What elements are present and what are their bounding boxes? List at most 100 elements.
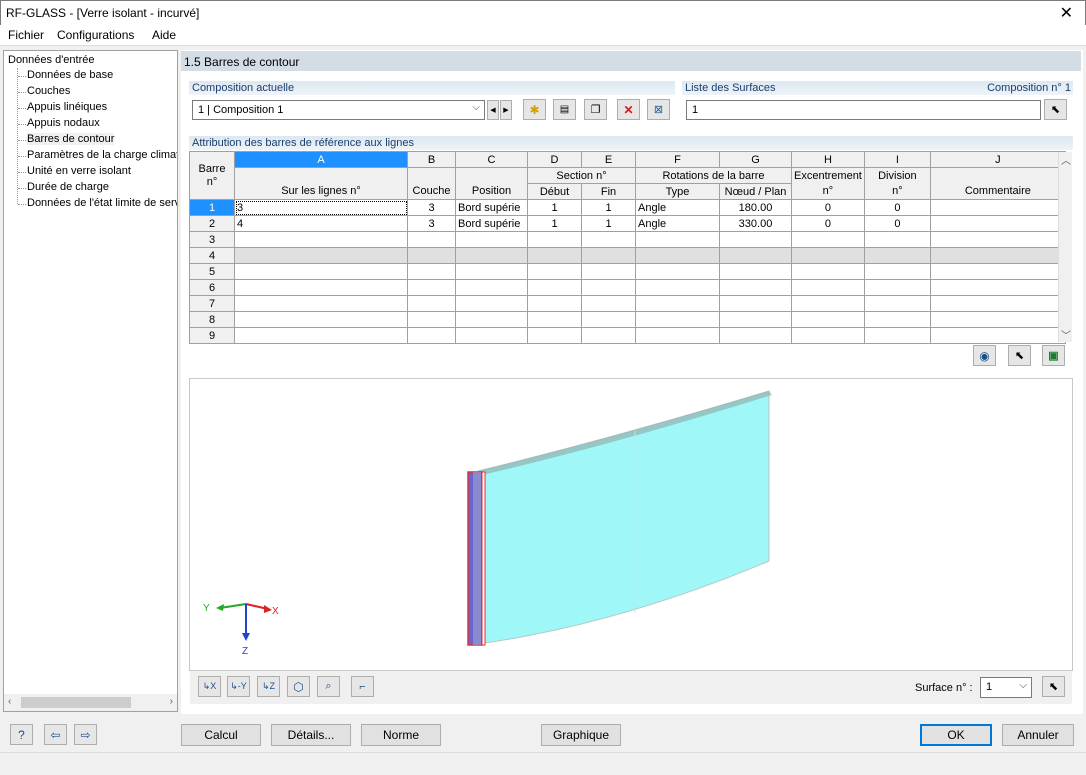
cell-fin[interactable] <box>581 263 636 280</box>
row-number[interactable]: 5 <box>189 263 235 280</box>
tree-item-barres-de-contour[interactable]: Barres de contour <box>27 133 115 145</box>
cell-commentaire[interactable] <box>929 295 1066 312</box>
details-button[interactable]: Détails... <box>271 724 351 746</box>
cell-type[interactable] <box>635 231 720 248</box>
cell-couche[interactable] <box>407 231 456 248</box>
cell-fin[interactable] <box>581 231 636 248</box>
cell-division[interactable] <box>863 279 931 296</box>
cell-fin[interactable]: 1 <box>581 199 636 216</box>
import-button[interactable]: ⇦ <box>44 724 67 745</box>
row-number[interactable]: 6 <box>189 279 235 296</box>
row-number[interactable]: 2 <box>189 215 235 232</box>
cell-fin[interactable] <box>581 327 636 344</box>
cell-division[interactable] <box>863 295 931 312</box>
cell-commentaire[interactable] <box>929 247 1066 264</box>
tree-item-appuis-nodaux[interactable]: Appuis nodaux <box>27 117 100 129</box>
cell-excentrement[interactable] <box>791 311 865 328</box>
composition-select[interactable]: 1 | Composition 1 ⌵ <box>192 100 485 120</box>
menu-aide[interactable]: Aide <box>152 28 176 42</box>
new-composition-button[interactable]: ✱ <box>523 99 546 120</box>
cell-position[interactable] <box>455 311 528 328</box>
cell-division[interactable] <box>863 263 931 280</box>
cell-fin[interactable]: 1 <box>581 215 636 232</box>
cell-noeud-plan[interactable] <box>719 295 792 312</box>
cell-commentaire[interactable] <box>929 215 1066 232</box>
cell-couche[interactable] <box>407 247 456 264</box>
ok-button[interactable]: OK <box>920 724 992 746</box>
cell-debut[interactable]: 1 <box>527 199 582 216</box>
view-y-button[interactable]: ↳-Y <box>227 676 250 697</box>
cell-excentrement[interactable]: 0 <box>791 215 865 232</box>
cell-type[interactable] <box>635 311 720 328</box>
cell-commentaire[interactable] <box>929 263 1066 280</box>
cell-position[interactable]: Bord supérie <box>455 199 528 216</box>
menu-fichier[interactable]: Fichier <box>8 28 44 42</box>
graphique-button[interactable]: Graphique <box>541 724 621 746</box>
cell-debut[interactable] <box>527 231 582 248</box>
cell-type[interactable] <box>635 327 720 344</box>
menu-configurations[interactable]: Configurations <box>57 28 134 42</box>
column-letter-c[interactable]: C <box>455 151 528 168</box>
cell-sur-les-lignes[interactable] <box>234 295 408 312</box>
column-letter-i[interactable]: I <box>863 151 931 168</box>
cell-type[interactable] <box>635 263 720 280</box>
tree-item-appuis-lineiques[interactable]: Appuis linéiques <box>27 101 107 113</box>
cell-commentaire[interactable] <box>929 279 1066 296</box>
cell-couche[interactable] <box>407 311 456 328</box>
cell-commentaire[interactable] <box>929 311 1066 328</box>
view-button[interactable]: ◉ <box>973 345 996 366</box>
cell-fin[interactable] <box>581 279 636 296</box>
cell-fin[interactable] <box>581 247 636 264</box>
tree-item-duree-de-charge[interactable]: Durée de charge <box>27 181 109 193</box>
cell-type[interactable] <box>635 279 720 296</box>
tree-item-etat-limite-service[interactable]: Données de l'état limite de serv <box>27 197 177 209</box>
row-number[interactable]: 8 <box>189 311 235 328</box>
tree-item-parametres-charge-climatique[interactable]: Paramètres de la charge climati <box>27 149 177 161</box>
cell-position[interactable]: Bord supérie <box>455 215 528 232</box>
cell-debut[interactable] <box>527 311 582 328</box>
select-surface-button[interactable]: ⬉ <box>1042 676 1065 697</box>
delete-composition-button[interactable]: ✕ <box>617 99 640 120</box>
cell-commentaire[interactable] <box>929 231 1066 248</box>
column-letter-a[interactable]: A <box>234 151 408 168</box>
cell-debut[interactable] <box>527 279 582 296</box>
annuler-button[interactable]: Annuler <box>1002 724 1074 746</box>
cell-division[interactable] <box>863 311 931 328</box>
tree-item-donnees-de-base[interactable]: Données de base <box>27 69 113 81</box>
cell-type[interactable] <box>635 247 720 264</box>
cell-noeud-plan[interactable]: 330.00 <box>719 215 792 232</box>
cell-debut[interactable]: 1 <box>527 215 582 232</box>
close-icon[interactable]: ✕ <box>1060 3 1073 22</box>
row-number[interactable]: 9 <box>189 327 235 344</box>
cell-noeud-plan[interactable]: 180.00 <box>719 199 792 216</box>
cell-commentaire[interactable] <box>929 327 1066 344</box>
cell-excentrement[interactable] <box>791 263 865 280</box>
cell-position[interactable] <box>455 231 528 248</box>
cell-excentrement[interactable] <box>791 247 865 264</box>
help-button[interactable]: ? <box>10 724 33 745</box>
row-number[interactable]: 4 <box>189 247 235 264</box>
cell-fin[interactable] <box>581 311 636 328</box>
column-letter-d[interactable]: D <box>527 151 582 168</box>
isometric-view-button[interactable]: ⬡ <box>287 676 310 697</box>
column-letter-f[interactable]: F <box>635 151 720 168</box>
cell-noeud-plan[interactable] <box>719 327 792 344</box>
grid-vertical-scrollbar[interactable]: ︿ ﹀ <box>1058 152 1072 342</box>
cell-sur-les-lignes[interactable]: 3 <box>234 199 408 216</box>
cell-excentrement[interactable] <box>791 279 865 296</box>
scroll-down-icon[interactable]: ﹀ <box>1061 327 1071 342</box>
cell-division[interactable]: 0 <box>863 215 931 232</box>
cell-division[interactable] <box>863 327 931 344</box>
row-number[interactable]: 1 <box>189 199 235 216</box>
copy-composition-button[interactable]: ❐ <box>584 99 607 120</box>
export-button[interactable]: ⇨ <box>74 724 97 745</box>
delete-all-button[interactable]: ⊠ <box>647 99 670 120</box>
cell-type[interactable] <box>635 295 720 312</box>
cell-couche[interactable]: 3 <box>407 199 456 216</box>
cell-noeud-plan[interactable] <box>719 279 792 296</box>
select-surfaces-button[interactable]: ⬉ <box>1044 99 1067 120</box>
cell-couche[interactable] <box>407 279 456 296</box>
column-letter-e[interactable]: E <box>581 151 636 168</box>
cell-debut[interactable] <box>527 327 582 344</box>
cell-type[interactable]: Angle <box>635 215 720 232</box>
